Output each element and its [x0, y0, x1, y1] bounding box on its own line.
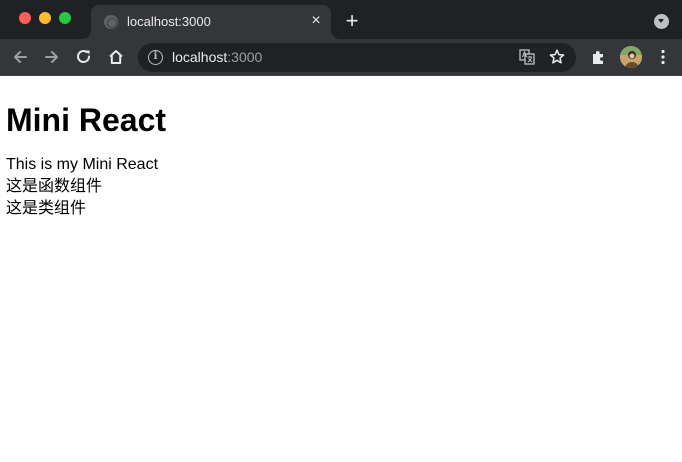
tab-localhost[interactable]: localhost:3000 × — [83, 5, 339, 39]
arrow-right-icon — [45, 51, 58, 63]
home-button[interactable] — [104, 45, 128, 69]
kebab-menu-icon — [661, 49, 665, 65]
maximize-window-button[interactable] — [59, 12, 71, 24]
forward-button[interactable] — [40, 45, 64, 69]
browser-toolbar: i localhost:3000 — [0, 39, 682, 76]
extensions-button[interactable] — [587, 45, 611, 69]
menu-button[interactable] — [651, 45, 675, 69]
reload-icon — [77, 50, 90, 63]
globe-icon — [104, 15, 118, 29]
url-port: :3000 — [227, 49, 263, 65]
tab-title: localhost:3000 — [127, 14, 211, 29]
address-bar[interactable]: i localhost:3000 — [138, 43, 576, 72]
close-icon[interactable]: × — [305, 10, 327, 32]
text-line-intro: This is my Mini React — [6, 156, 159, 173]
profile-avatar[interactable] — [620, 46, 642, 68]
reload-button[interactable] — [72, 45, 96, 69]
new-tab-button[interactable]: + — [341, 10, 363, 32]
page-heading: Mini React — [6, 102, 167, 138]
translate-icon[interactable] — [519, 49, 535, 65]
url-text[interactable]: localhost:3000 — [172, 49, 262, 65]
info-icon[interactable]: i — [148, 50, 163, 65]
bookmark-star-icon[interactable] — [548, 48, 566, 66]
home-icon — [109, 50, 123, 64]
back-button[interactable] — [8, 45, 32, 69]
minimize-window-button[interactable] — [39, 12, 51, 24]
arrow-left-icon — [14, 51, 27, 63]
tab-search-icon[interactable] — [654, 14, 669, 29]
tab-strip: localhost:3000 × + — [0, 0, 682, 39]
text-line-function-component: 这是函数组件 — [6, 178, 103, 195]
page-content: Mini React This is my Mini React 这是函数组件 … — [0, 77, 682, 462]
url-host: localhost — [172, 49, 228, 65]
puzzle-icon — [593, 51, 603, 64]
text-line-class-component: 这是类组件 — [6, 200, 87, 217]
close-window-button[interactable] — [19, 12, 31, 24]
avatar-image — [620, 46, 642, 68]
